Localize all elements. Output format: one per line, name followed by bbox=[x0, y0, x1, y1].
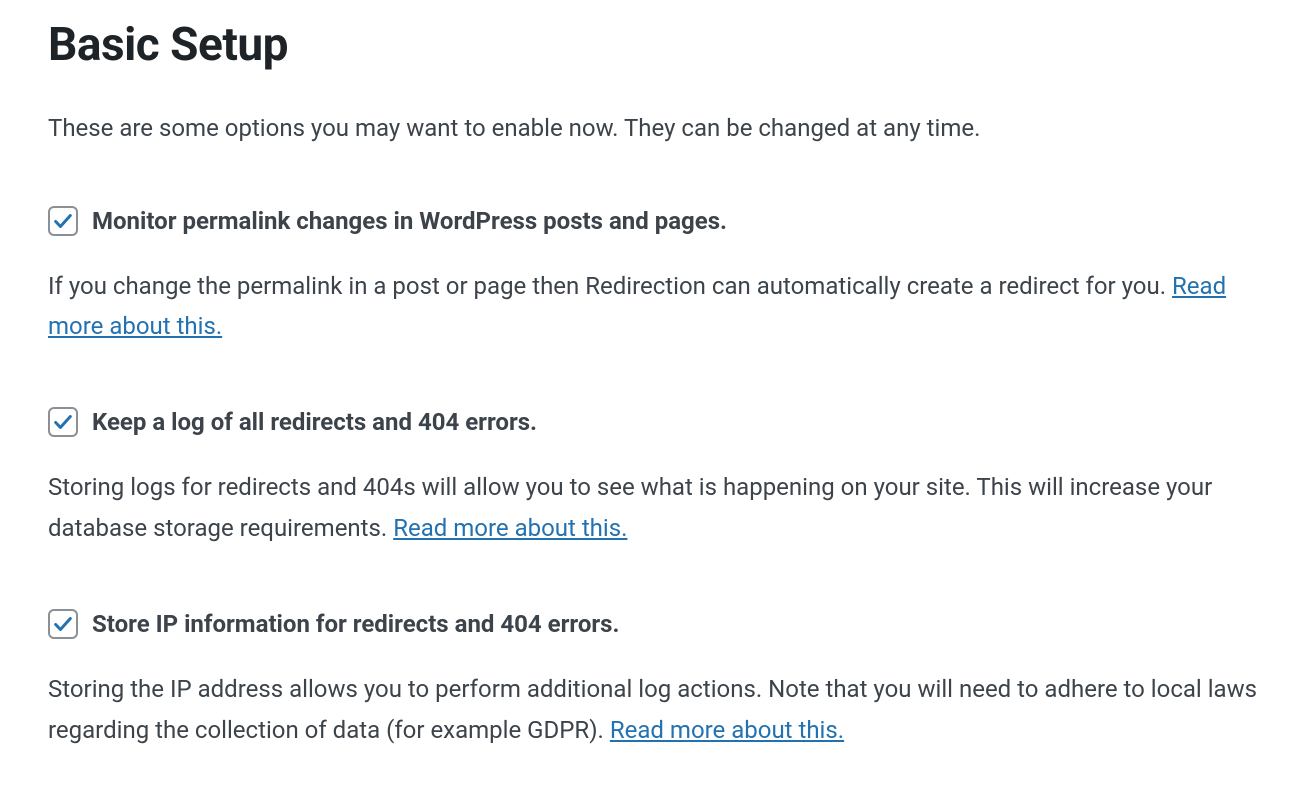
option-monitor-permalinks-label[interactable]: Monitor permalink changes in WordPress p… bbox=[48, 206, 727, 236]
option-keep-log-label[interactable]: Keep a log of all redirects and 404 erro… bbox=[48, 407, 537, 437]
read-more-link[interactable]: Read more about this. bbox=[393, 514, 627, 542]
checkbox-icon bbox=[48, 206, 78, 236]
option-desc-text: Storing logs for redirects and 404s will… bbox=[48, 473, 1212, 542]
intro-text: These are some options you may want to e… bbox=[48, 112, 1266, 146]
option-monitor-permalinks-desc: If you change the permalink in a post or… bbox=[48, 266, 1266, 348]
option-keep-log-desc: Storing logs for redirects and 404s will… bbox=[48, 467, 1266, 549]
checkbox-icon bbox=[48, 407, 78, 437]
option-store-ip: Store IP information for redirects and 4… bbox=[48, 609, 1266, 751]
option-store-ip-desc: Storing the IP address allows you to per… bbox=[48, 669, 1266, 751]
checkbox-icon bbox=[48, 609, 78, 639]
option-label-text: Store IP information for redirects and 4… bbox=[92, 610, 619, 638]
option-label-text: Keep a log of all redirects and 404 erro… bbox=[92, 408, 537, 436]
option-desc-text: If you change the permalink in a post or… bbox=[48, 272, 1172, 300]
option-keep-log: Keep a log of all redirects and 404 erro… bbox=[48, 407, 1266, 549]
page-title: Basic Setup bbox=[48, 18, 1266, 72]
option-store-ip-label[interactable]: Store IP information for redirects and 4… bbox=[48, 609, 619, 639]
option-label-text: Monitor permalink changes in WordPress p… bbox=[92, 207, 727, 235]
read-more-link[interactable]: Read more about this. bbox=[610, 716, 844, 744]
option-monitor-permalinks: Monitor permalink changes in WordPress p… bbox=[48, 206, 1266, 348]
